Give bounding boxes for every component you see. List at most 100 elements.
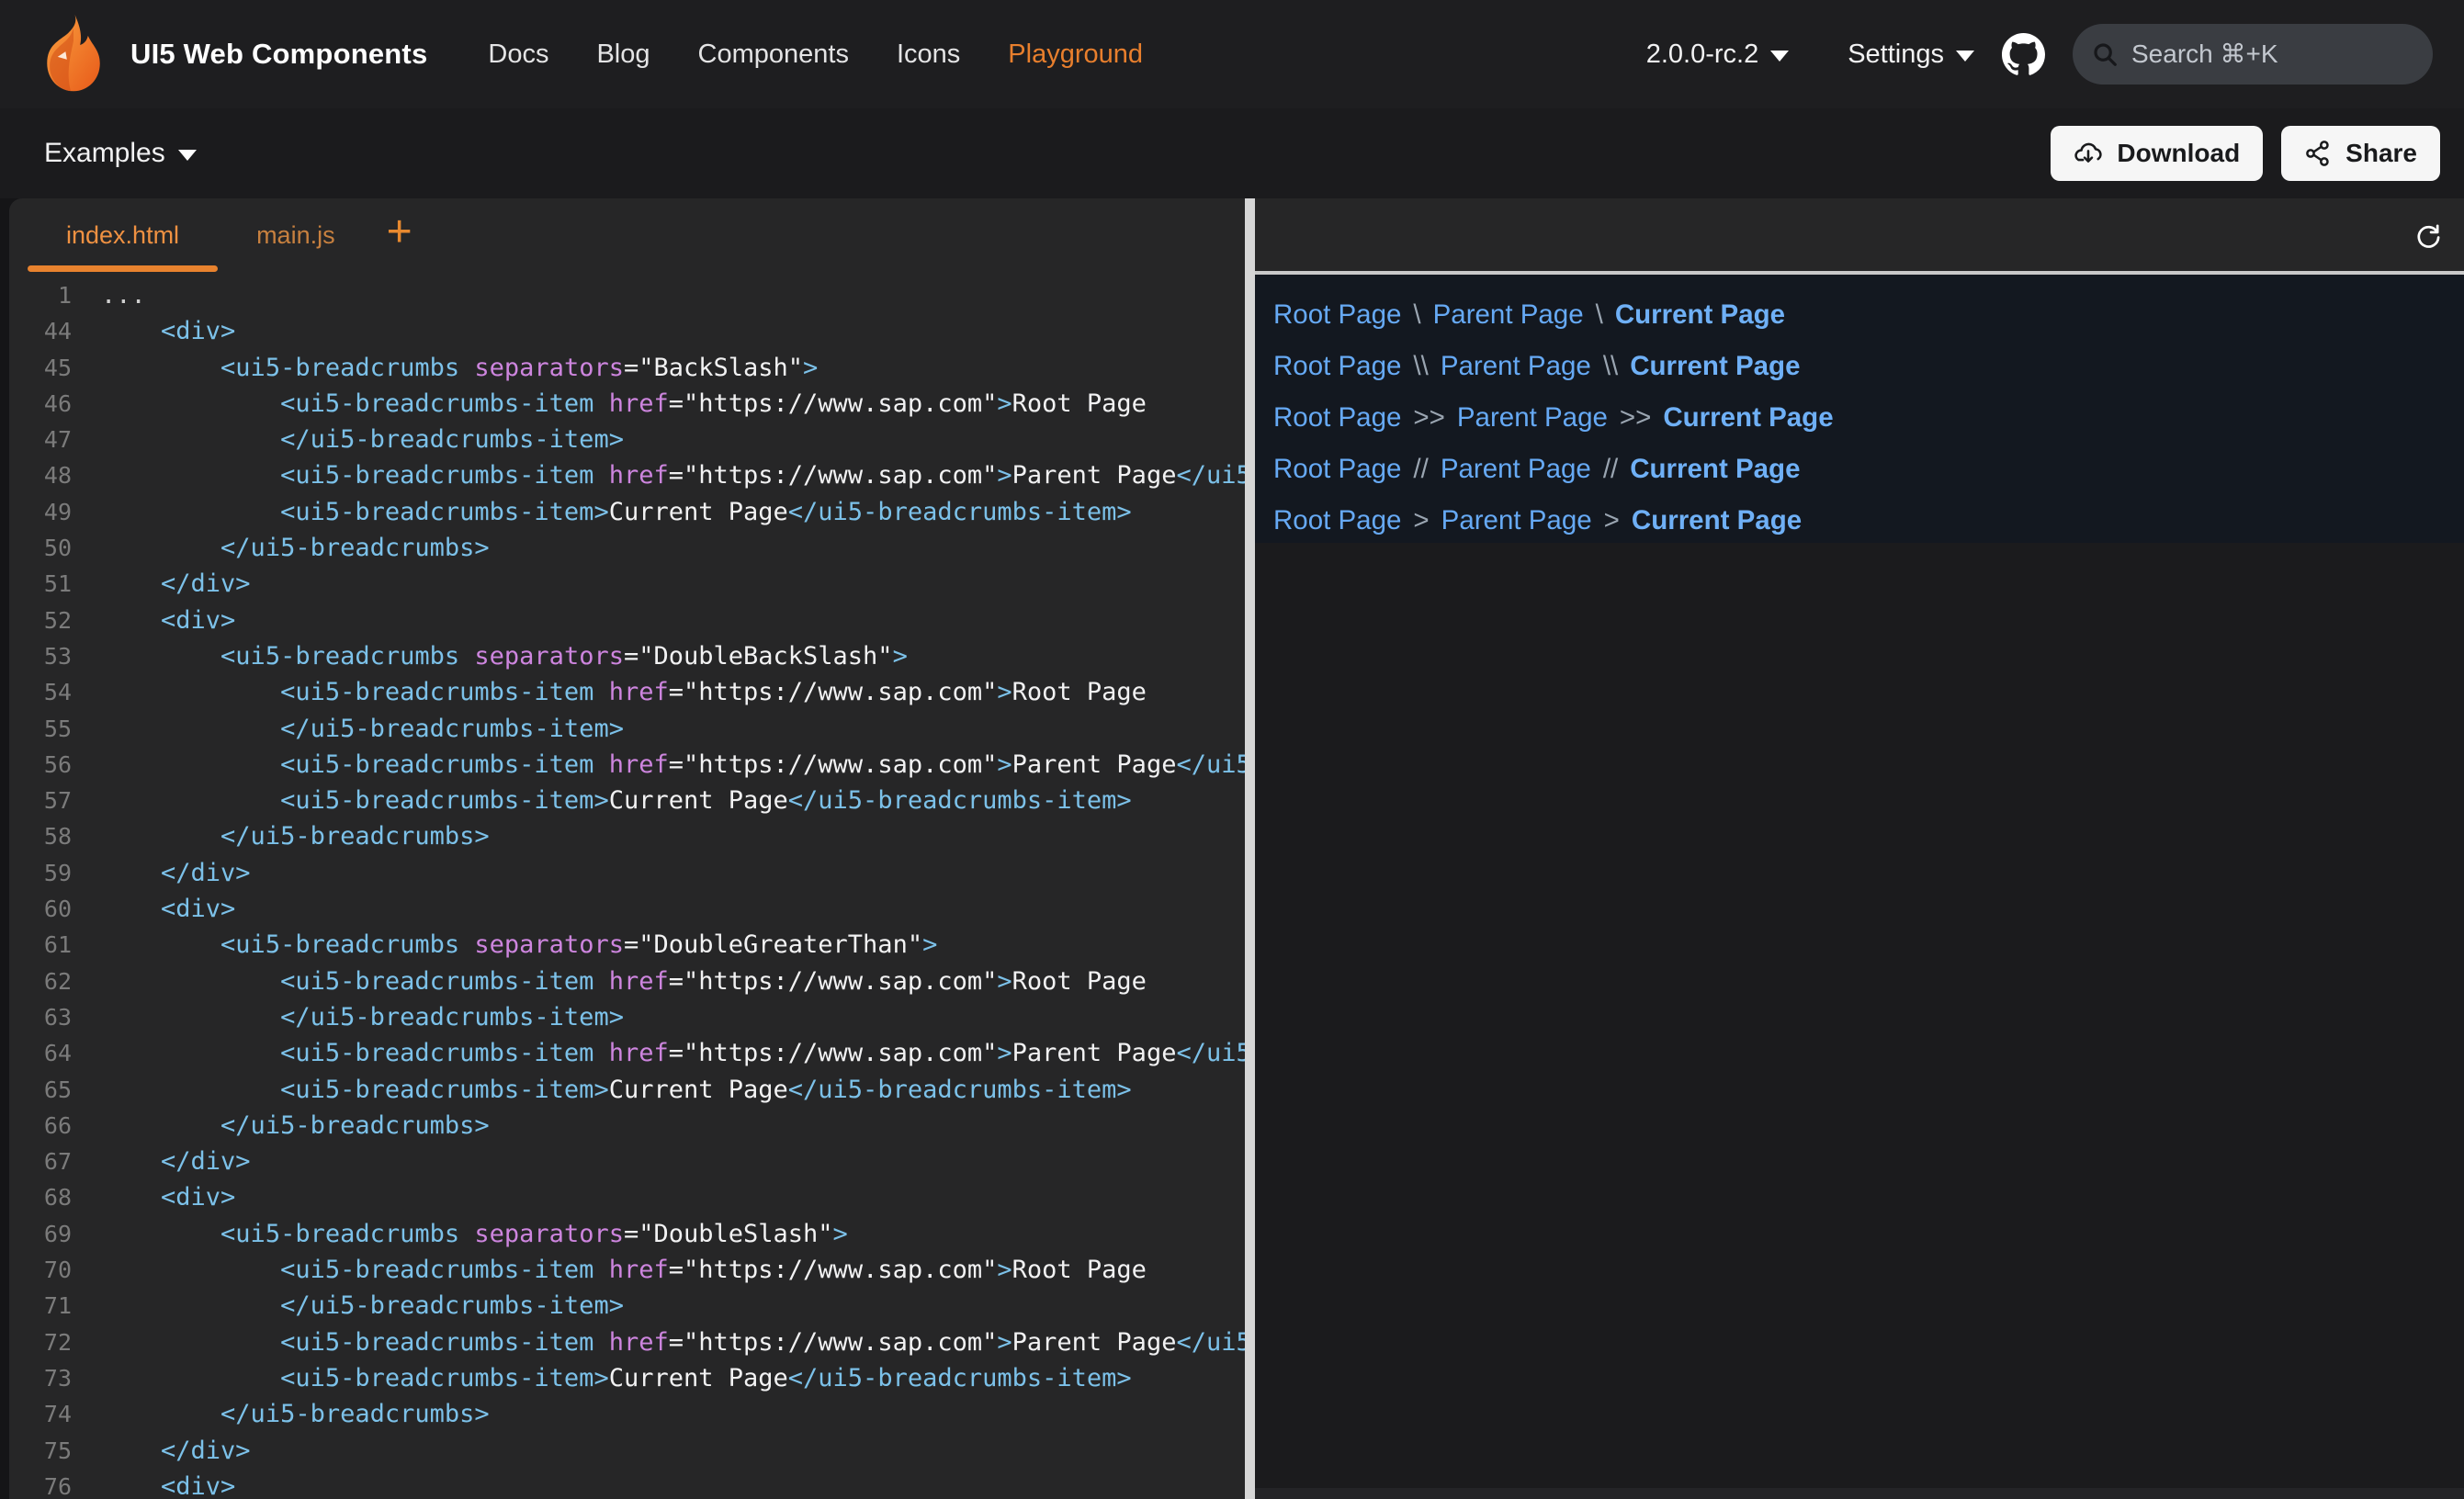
tab-main-js[interactable]: main.js bbox=[218, 198, 374, 272]
breadcrumb-separator: > bbox=[1413, 505, 1429, 536]
nav-link-icons[interactable]: Icons bbox=[897, 39, 960, 70]
breadcrumb-link[interactable]: Root Page bbox=[1273, 299, 1401, 331]
line-number: 48 bbox=[9, 457, 72, 493]
line-number: 73 bbox=[9, 1360, 72, 1396]
breadcrumb-row: Root Page\\Parent Page\\Current Page bbox=[1273, 341, 2464, 392]
plus-icon: + bbox=[387, 210, 413, 254]
editor-tabbar: index.htmlmain.js + bbox=[9, 198, 1245, 272]
breadcrumb-link[interactable]: Root Page bbox=[1273, 402, 1401, 434]
line-number: 49 bbox=[9, 494, 72, 530]
code-line: 53 <ui5-breadcrumbs separators="DoubleBa… bbox=[9, 638, 1245, 674]
code-line: 56 <ui5-breadcrumbs-item href="https://w… bbox=[9, 747, 1245, 783]
code-line: 49 <ui5-breadcrumbs-item>Current Page</u… bbox=[9, 494, 1245, 530]
line-number: 74 bbox=[9, 1396, 72, 1432]
github-icon bbox=[2002, 33, 2045, 76]
code-line: 75 </div> bbox=[9, 1433, 1245, 1469]
code-line: 65 <ui5-breadcrumbs-item>Current Page</u… bbox=[9, 1072, 1245, 1108]
code-line: 69 <ui5-breadcrumbs separators="DoubleSl… bbox=[9, 1216, 1245, 1252]
breadcrumb-current: Current Page bbox=[1630, 351, 1800, 382]
code-line: 59 </div> bbox=[9, 855, 1245, 891]
breadcrumb-link[interactable]: Parent Page bbox=[1441, 505, 1592, 536]
breadcrumb-link[interactable]: Root Page bbox=[1273, 454, 1401, 485]
line-number: 50 bbox=[9, 530, 72, 566]
nav-link-blog[interactable]: Blog bbox=[596, 39, 650, 70]
line-number: 58 bbox=[9, 818, 72, 854]
line-number: 76 bbox=[9, 1469, 72, 1499]
tab-index-html[interactable]: index.html bbox=[28, 198, 218, 272]
nav-link-playground[interactable]: Playground bbox=[1008, 39, 1143, 70]
add-tab-button[interactable]: + bbox=[374, 198, 425, 272]
code-editor[interactable]: 1...44 <div>45 <ui5-breadcrumbs separato… bbox=[9, 277, 1245, 1499]
code-line: 54 <ui5-breadcrumbs-item href="https://w… bbox=[9, 674, 1245, 710]
code-line: 44 <div> bbox=[9, 313, 1245, 349]
share-button[interactable]: Share bbox=[2281, 126, 2440, 181]
code-line: 48 <ui5-breadcrumbs-item href="https://w… bbox=[9, 457, 1245, 493]
code-line: 62 <ui5-breadcrumbs-item href="https://w… bbox=[9, 964, 1245, 999]
settings-dropdown[interactable]: Settings bbox=[1848, 39, 1974, 70]
code-line: 72 <ui5-breadcrumbs-item href="https://w… bbox=[9, 1324, 1245, 1360]
line-number: 60 bbox=[9, 891, 72, 927]
line-number: 70 bbox=[9, 1252, 72, 1288]
nav-link-docs[interactable]: Docs bbox=[488, 39, 548, 70]
code-line: 74 </ui5-breadcrumbs> bbox=[9, 1396, 1245, 1432]
settings-label: Settings bbox=[1848, 39, 1944, 70]
line-number: 55 bbox=[9, 711, 72, 747]
ui5-logo-icon bbox=[31, 12, 116, 96]
line-number: 65 bbox=[9, 1072, 72, 1108]
main-nav: Docs Blog Components Icons Playground bbox=[464, 39, 1167, 70]
breadcrumb-link[interactable]: Root Page bbox=[1273, 351, 1401, 382]
breadcrumb-row: Root Page>Parent Page>Current Page bbox=[1273, 495, 2464, 547]
brand-link[interactable]: UI5 Web Components bbox=[31, 12, 427, 96]
code-line: 76 <div> bbox=[9, 1469, 1245, 1499]
line-number: 61 bbox=[9, 927, 72, 963]
line-number: 75 bbox=[9, 1433, 72, 1469]
top-nav: UI5 Web Components Docs Blog Components Ico… bbox=[0, 0, 2464, 108]
version-dropdown[interactable]: 2.0.0-rc.2 bbox=[1646, 39, 1790, 70]
code-line: 60 <div> bbox=[9, 891, 1245, 927]
line-number: 54 bbox=[9, 674, 72, 710]
breadcrumb-current: Current Page bbox=[1663, 402, 1833, 434]
breadcrumb-link[interactable]: Parent Page bbox=[1457, 402, 1608, 434]
refresh-icon bbox=[2413, 220, 2442, 249]
line-number: 71 bbox=[9, 1288, 72, 1324]
share-label: Share bbox=[2345, 139, 2417, 168]
breadcrumb-separator: > bbox=[1604, 505, 1620, 536]
breadcrumb-separator: \ bbox=[1413, 299, 1420, 331]
breadcrumb-link[interactable]: Root Page bbox=[1273, 505, 1401, 536]
code-line: 58 </ui5-breadcrumbs> bbox=[9, 818, 1245, 854]
search-input[interactable] bbox=[2131, 39, 2463, 69]
line-number: 66 bbox=[9, 1108, 72, 1144]
line-number: 45 bbox=[9, 350, 72, 386]
download-button[interactable]: Download bbox=[2051, 126, 2263, 181]
examples-dropdown[interactable]: Examples bbox=[44, 138, 197, 169]
line-number: 57 bbox=[9, 783, 72, 818]
examples-label: Examples bbox=[44, 138, 165, 169]
breadcrumb-link[interactable]: Parent Page bbox=[1441, 454, 1591, 485]
code-line: 57 <ui5-breadcrumbs-item>Current Page</u… bbox=[9, 783, 1245, 818]
line-number: 68 bbox=[9, 1179, 72, 1215]
code-line: 71 </ui5-breadcrumbs-item> bbox=[9, 1288, 1245, 1324]
code-line: 66 </ui5-breadcrumbs> bbox=[9, 1108, 1245, 1144]
preview-content: Root Page\Parent Page\Current PageRoot P… bbox=[1255, 275, 2464, 543]
breadcrumb-row: Root Page >> Parent Page >> Current Page bbox=[1273, 392, 2464, 444]
breadcrumb-separator: \\ bbox=[1413, 351, 1428, 382]
line-number: 64 bbox=[9, 1035, 72, 1071]
code-line: 46 <ui5-breadcrumbs-item href="https://w… bbox=[9, 386, 1245, 422]
code-line: 64 <ui5-breadcrumbs-item href="https://w… bbox=[9, 1035, 1245, 1071]
breadcrumb-link[interactable]: Parent Page bbox=[1441, 351, 1591, 382]
line-number: 53 bbox=[9, 638, 72, 674]
github-link[interactable] bbox=[2002, 33, 2045, 76]
playground-main: index.htmlmain.js + 1...44 <div>45 <ui5-b… bbox=[0, 198, 2464, 1499]
line-number: 59 bbox=[9, 855, 72, 891]
nav-link-components[interactable]: Components bbox=[698, 39, 849, 70]
line-number: 72 bbox=[9, 1324, 72, 1360]
refresh-button[interactable] bbox=[2408, 215, 2447, 254]
breadcrumb-separator: \ bbox=[1596, 299, 1603, 331]
code-line: 63 </ui5-breadcrumbs-item> bbox=[9, 999, 1245, 1035]
line-number: 44 bbox=[9, 313, 72, 349]
pane-resize-handle[interactable] bbox=[1245, 198, 1255, 1499]
search-box bbox=[2073, 24, 2433, 85]
breadcrumb-link[interactable]: Parent Page bbox=[1433, 299, 1584, 331]
breadcrumb-separator: >> bbox=[1413, 402, 1444, 434]
breadcrumb-separator: >> bbox=[1620, 402, 1651, 434]
